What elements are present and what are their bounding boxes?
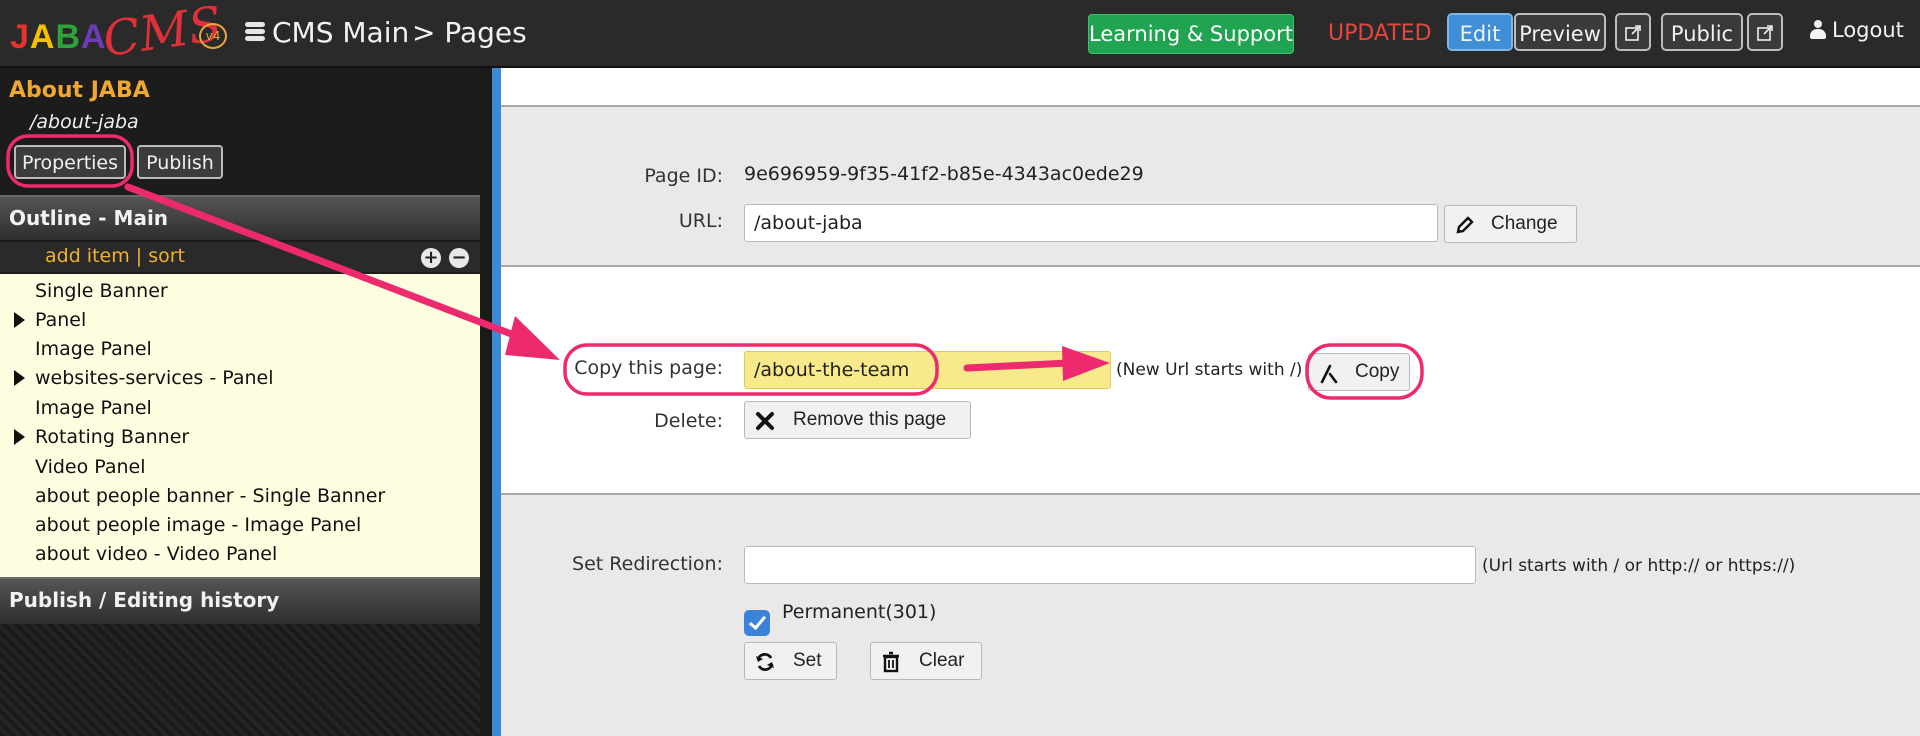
remove-page-button[interactable]: Remove this page xyxy=(744,401,971,439)
page-title: About JABA xyxy=(9,78,150,103)
sidebar-background xyxy=(0,624,480,736)
trash-icon xyxy=(883,651,899,673)
outline-header[interactable]: Outline - Main xyxy=(0,195,480,240)
preview-button[interactable]: Preview xyxy=(1514,13,1606,51)
sidebar: About JABA /about-jaba Properties Publis… xyxy=(0,68,480,736)
jaba-logo[interactable]: JABA xyxy=(10,18,107,57)
version-badge: v4 xyxy=(199,23,227,49)
delete-label: Delete: xyxy=(654,410,723,432)
properties-panel: Page ID: 9e696959-9f35-41f2-b85e-4343ac0… xyxy=(501,68,1920,736)
clear-redirect-button[interactable]: Clear xyxy=(870,642,982,680)
logout-button[interactable]: Logout xyxy=(1810,18,1904,42)
redirection-section xyxy=(501,495,1920,736)
expand-arrow-icon[interactable] xyxy=(14,429,25,445)
redirection-hint: (Url starts with / or http:// or https:/… xyxy=(1482,556,1796,576)
outline-item[interactable]: Image Panel xyxy=(35,397,152,419)
history-header[interactable]: Publish / Editing history xyxy=(0,577,480,624)
breadcrumb-cms-main[interactable]: CMS Main xyxy=(272,16,409,49)
copy-url-field[interactable]: /about-the-team xyxy=(744,351,1111,389)
copy-button-label: Copy xyxy=(1355,361,1400,382)
add-item-sort-link[interactable]: add item | sort xyxy=(45,245,185,267)
url-field[interactable]: /about-jaba xyxy=(744,204,1438,242)
change-url-label: Change xyxy=(1491,213,1558,234)
outline-item[interactable]: about people banner - Single Banner xyxy=(35,485,385,507)
editor-accent-bar xyxy=(492,68,501,736)
breadcrumb-pages[interactable]: > Pages xyxy=(412,16,527,49)
copy-page-label: Copy this page: xyxy=(574,357,723,379)
page-id-label: Page ID: xyxy=(644,165,723,187)
permanent-checkbox[interactable] xyxy=(744,610,770,636)
outline-toolbar: add item | sort + − xyxy=(0,242,480,272)
copy-url-hint: (New Url starts with /) xyxy=(1116,360,1303,380)
remove-page-label: Remove this page xyxy=(793,409,947,430)
learning-support-button[interactable]: Learning & Support xyxy=(1088,14,1294,54)
public-button[interactable]: Public xyxy=(1661,13,1743,51)
user-icon xyxy=(1810,20,1826,40)
outline-item[interactable]: Video Panel xyxy=(35,456,146,478)
outline-list: Single Banner Panel Image Panel websites… xyxy=(0,274,480,577)
outline-item[interactable]: Image Panel xyxy=(35,338,152,360)
copy-page-button[interactable]: Copy xyxy=(1308,353,1410,391)
public-external-link-icon[interactable] xyxy=(1747,13,1783,51)
top-bar: JABA CMS v4 CMS Main > Pages Learning & … xyxy=(0,0,1920,68)
expand-arrow-icon[interactable] xyxy=(14,370,25,386)
properties-button[interactable]: Properties xyxy=(14,145,126,179)
page-id-value: 9e696959-9f35-41f2-b85e-4343ac0ede29 xyxy=(744,163,1144,185)
set-label: Set xyxy=(793,650,822,671)
copy-delete-section xyxy=(501,267,1920,493)
publish-button[interactable]: Publish xyxy=(137,145,223,179)
permanent-label: Permanent(301) xyxy=(782,601,937,623)
outline-item[interactable]: about people image - Image Panel xyxy=(35,514,361,536)
redirection-label: Set Redirection: xyxy=(572,553,723,575)
preview-external-link-icon[interactable] xyxy=(1615,13,1651,51)
outline-item[interactable]: Rotating Banner xyxy=(35,426,189,448)
outline-item[interactable]: Panel xyxy=(35,309,86,331)
sidebar-resize-handle[interactable] xyxy=(480,68,492,736)
set-redirect-button[interactable]: Set xyxy=(744,642,837,680)
pencil-icon xyxy=(1456,216,1474,234)
outline-item[interactable]: Single Banner xyxy=(35,280,168,302)
redirection-field[interactable] xyxy=(744,546,1476,584)
panel-top-band xyxy=(501,68,1920,105)
outline-item[interactable]: about video - Video Panel xyxy=(35,543,277,565)
collapse-all-icon[interactable]: − xyxy=(449,248,469,268)
close-x-icon xyxy=(756,412,774,430)
edit-button[interactable]: Edit xyxy=(1447,13,1513,51)
copy-fork-icon xyxy=(1320,364,1338,384)
clear-label: Clear xyxy=(919,650,965,671)
logout-label: Logout xyxy=(1832,18,1904,42)
url-label: URL: xyxy=(678,210,723,232)
updated-status: UPDATED xyxy=(1328,21,1432,46)
outline-item[interactable]: websites-services - Panel xyxy=(35,367,274,389)
page-url: /about-jaba xyxy=(30,111,139,133)
expand-all-icon[interactable]: + xyxy=(421,248,441,268)
change-url-button[interactable]: Change xyxy=(1444,205,1577,243)
expand-arrow-icon[interactable] xyxy=(14,312,25,328)
stack-icon xyxy=(245,22,265,44)
refresh-icon xyxy=(756,653,774,671)
